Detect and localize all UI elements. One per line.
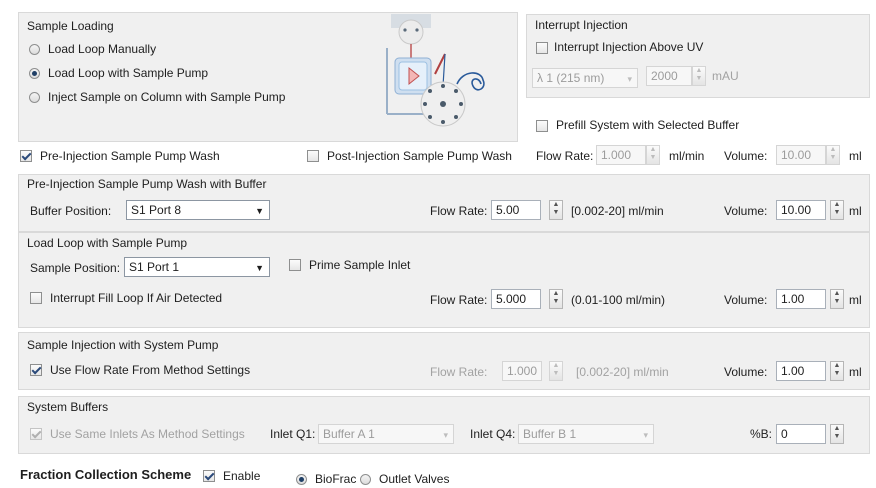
pre-wash-flow-label: Flow Rate: (430, 204, 488, 218)
prefill-volume-input[interactable]: 10.00 (776, 145, 826, 165)
radio-label-outlet-valves: Outlet Valves (379, 472, 450, 486)
injection-volume-input[interactable]: 1.00 (776, 361, 826, 381)
load-loop-volume-spin-icon[interactable]: ▲ ▼ (830, 289, 844, 309)
sample-position-label: Sample Position: (30, 261, 121, 275)
interrupt-injection-title: Interrupt Injection (535, 18, 628, 32)
prefill-volume-spin-icon[interactable]: ▲ ▼ (826, 145, 840, 165)
post-injection-wash-checkbox[interactable] (307, 150, 319, 162)
radio-load-loop-manually[interactable] (29, 44, 40, 55)
interrupt-above-uv-checkbox[interactable] (536, 42, 548, 54)
sample-position-value: S1 Port 1 (129, 260, 180, 274)
interrupt-above-uv-label: Interrupt Injection Above UV (554, 40, 704, 54)
buffer-position-select[interactable]: S1 Port 8 ▼ (126, 200, 270, 220)
prefill-volume-unit: ml (849, 149, 862, 163)
radio-outlet-valves[interactable] (360, 474, 371, 485)
prime-sample-inlet-checkbox[interactable] (289, 259, 301, 271)
load-loop-volume-label: Volume: (724, 293, 768, 307)
interrupt-fill-air-label: Interrupt Fill Loop If Air Detected (50, 291, 223, 305)
pre-wash-volume-unit: ml (849, 204, 862, 218)
sample-loading-diagram-icon (386, 14, 485, 127)
buffer-position-value: S1 Port 8 (131, 203, 182, 217)
inlet-q4-label: Inlet Q4: (470, 427, 516, 441)
inlet-q1-value: Buffer A 1 (323, 427, 375, 441)
inlet-q1-label: Inlet Q1: (270, 427, 316, 441)
uv-threshold-input[interactable]: 2000 (646, 66, 692, 86)
load-loop-flow-spin-icon[interactable]: ▲ ▼ (549, 289, 563, 309)
load-loop-flow-input[interactable]: 5.000 (491, 289, 541, 309)
injection-volume-unit: ml (849, 365, 862, 379)
pre-injection-wash-checkbox[interactable] (20, 150, 32, 162)
radio-label-inject-on-column: Inject Sample on Column with Sample Pump (48, 90, 286, 104)
inlet-q4-select[interactable]: Buffer B 1 ▾ (518, 424, 654, 444)
uv-unit-label: mAU (712, 69, 739, 83)
inlet-q4-value: Buffer B 1 (523, 427, 577, 441)
fraction-collection-title: Fraction Collection Scheme (20, 467, 192, 482)
radio-biofrac[interactable] (296, 474, 307, 485)
prefill-flow-unit: ml/min (669, 149, 705, 163)
chevron-down-icon: ▾ (443, 430, 448, 440)
load-loop-volume-input[interactable]: 1.00 (776, 289, 826, 309)
prefill-label: Prefill System with Selected Buffer (556, 118, 740, 132)
interrupt-fill-air-checkbox[interactable] (30, 292, 42, 304)
injection-flow-spin-icon[interactable]: ▲ ▼ (549, 361, 563, 381)
injection-flow-label: Flow Rate: (430, 365, 488, 379)
wavelength-select[interactable]: λ 1 (215 nm) ▾ (532, 68, 638, 88)
prefill-volume-label: Volume: (724, 149, 768, 163)
percent-b-label: %B: (750, 427, 773, 441)
radio-label-biofrac: BioFrac (315, 472, 357, 486)
load-loop-title: Load Loop with Sample Pump (27, 236, 188, 250)
chevron-down-icon: ▾ (643, 430, 648, 440)
percent-b-input[interactable]: 0 (776, 424, 826, 444)
pre-wash-buffer-title: Pre-Injection Sample Pump Wash with Buff… (27, 177, 267, 191)
use-method-flow-label: Use Flow Rate From Method Settings (50, 363, 251, 377)
prefill-checkbox[interactable] (536, 120, 548, 132)
sample-injection-title: Sample Injection with System Pump (27, 338, 219, 352)
pre-wash-flow-input[interactable]: 5.00 (491, 200, 541, 220)
radio-label-load-loop-manually: Load Loop Manually (48, 42, 157, 56)
prefill-flow-input[interactable]: 1.000 (596, 145, 646, 165)
fraction-enable-checkbox[interactable] (203, 470, 215, 482)
use-method-flow-checkbox[interactable] (30, 364, 42, 376)
chevron-down-icon: ▼ (255, 206, 264, 216)
prefill-flow-label: Flow Rate: (536, 149, 594, 163)
percent-b-spin-icon[interactable]: ▲ ▼ (830, 424, 844, 444)
chevron-down-icon: ▾ (627, 74, 632, 84)
load-loop-flow-range: (0.01-100 ml/min) (571, 293, 666, 307)
injection-flow-range: [0.002-20] ml/min (576, 365, 669, 379)
same-inlets-checkbox[interactable] (30, 428, 42, 440)
pre-wash-flow-spin-icon[interactable]: ▲ ▼ (549, 200, 563, 220)
same-inlets-label: Use Same Inlets As Method Settings (50, 427, 245, 441)
pre-injection-wash-label: Pre-Injection Sample Pump Wash (40, 149, 220, 163)
chevron-down-icon: ▼ (255, 263, 264, 273)
pre-wash-volume-label: Volume: (724, 204, 768, 218)
pre-wash-volume-input[interactable]: 10.00 (776, 200, 826, 220)
fraction-enable-label: Enable (223, 469, 261, 483)
prime-sample-inlet-label: Prime Sample Inlet (309, 258, 411, 272)
injection-volume-label: Volume: (724, 365, 768, 379)
radio-label-load-loop-sample-pump: Load Loop with Sample Pump (48, 66, 209, 80)
post-injection-wash-label: Post-Injection Sample Pump Wash (327, 149, 512, 163)
load-loop-volume-unit: ml (849, 293, 862, 307)
pre-wash-volume-spin-icon[interactable]: ▲ ▼ (830, 200, 844, 220)
wavelength-value: λ 1 (215 nm) (537, 71, 605, 85)
system-buffers-title: System Buffers (27, 400, 109, 414)
sample-position-select[interactable]: S1 Port 1 ▼ (124, 257, 270, 277)
pre-wash-flow-range: [0.002-20] ml/min (571, 204, 664, 218)
buffer-position-label: Buffer Position: (30, 204, 112, 218)
radio-inject-on-column[interactable] (29, 92, 40, 103)
sample-loading-title: Sample Loading (27, 19, 114, 33)
prefill-flow-spin-icon[interactable]: ▲ ▼ (646, 145, 660, 165)
injection-flow-input[interactable]: 1.000 (502, 361, 542, 381)
load-loop-flow-label: Flow Rate: (430, 293, 488, 307)
injection-volume-spin-icon[interactable]: ▲ ▼ (830, 361, 844, 381)
inlet-q1-select[interactable]: Buffer A 1 ▾ (318, 424, 454, 444)
radio-load-loop-sample-pump[interactable] (29, 68, 40, 79)
uv-threshold-spin-icon[interactable]: ▲ ▼ (692, 66, 706, 86)
